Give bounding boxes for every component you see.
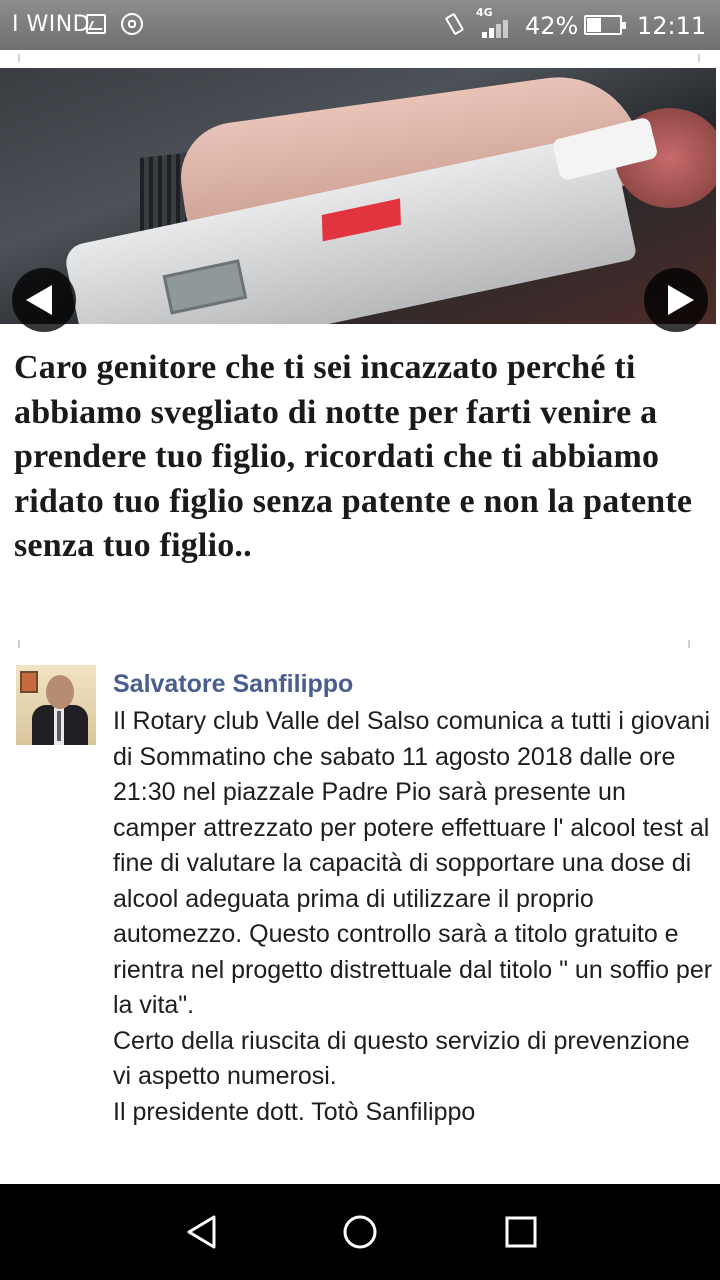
image-icon <box>86 14 106 34</box>
next-arrow-icon[interactable] <box>644 268 708 332</box>
picture-frame <box>20 671 38 693</box>
comment-text: Il Rotary club Valle del Salso comunica … <box>113 707 713 1126</box>
recent-apps-icon[interactable] <box>504 1215 538 1249</box>
avatar-tie <box>57 711 61 741</box>
device-button <box>321 198 401 242</box>
previous-arrow-icon[interactable] <box>12 268 76 332</box>
signal-icon <box>482 20 516 38</box>
status-bar: I WIND 4G 42% 12:11 <box>0 0 720 50</box>
divider-tick <box>18 54 20 62</box>
device-screen <box>162 259 248 315</box>
clock: 12:11 <box>637 12 707 40</box>
battery-percent: 42% <box>525 12 579 40</box>
vibrate-icon <box>444 12 466 38</box>
breathalyzer-photo <box>0 68 716 324</box>
shared-post-image[interactable]: Caro genitore che ti sei incazzato perch… <box>0 50 720 648</box>
navigation-bar <box>0 1184 720 1280</box>
battery-icon <box>584 15 626 35</box>
post-caption: Caro genitore che ti sei incazzato perch… <box>14 349 693 564</box>
carrier-name: I WIND <box>12 12 91 37</box>
divider-tick <box>698 54 700 62</box>
network-type: 4G <box>476 6 493 19</box>
back-icon[interactable] <box>184 1214 220 1250</box>
avatar[interactable] <box>16 665 96 745</box>
divider-tick <box>688 640 690 648</box>
whatsapp-icon <box>121 13 143 35</box>
comment: Salvatore Sanfilippo Il Rotary club Vall… <box>0 660 720 1180</box>
home-icon[interactable] <box>342 1214 378 1250</box>
divider-tick <box>18 640 20 648</box>
comment-author[interactable]: Salvatore Sanfilippo <box>113 670 353 699</box>
avatar-head <box>46 675 74 709</box>
